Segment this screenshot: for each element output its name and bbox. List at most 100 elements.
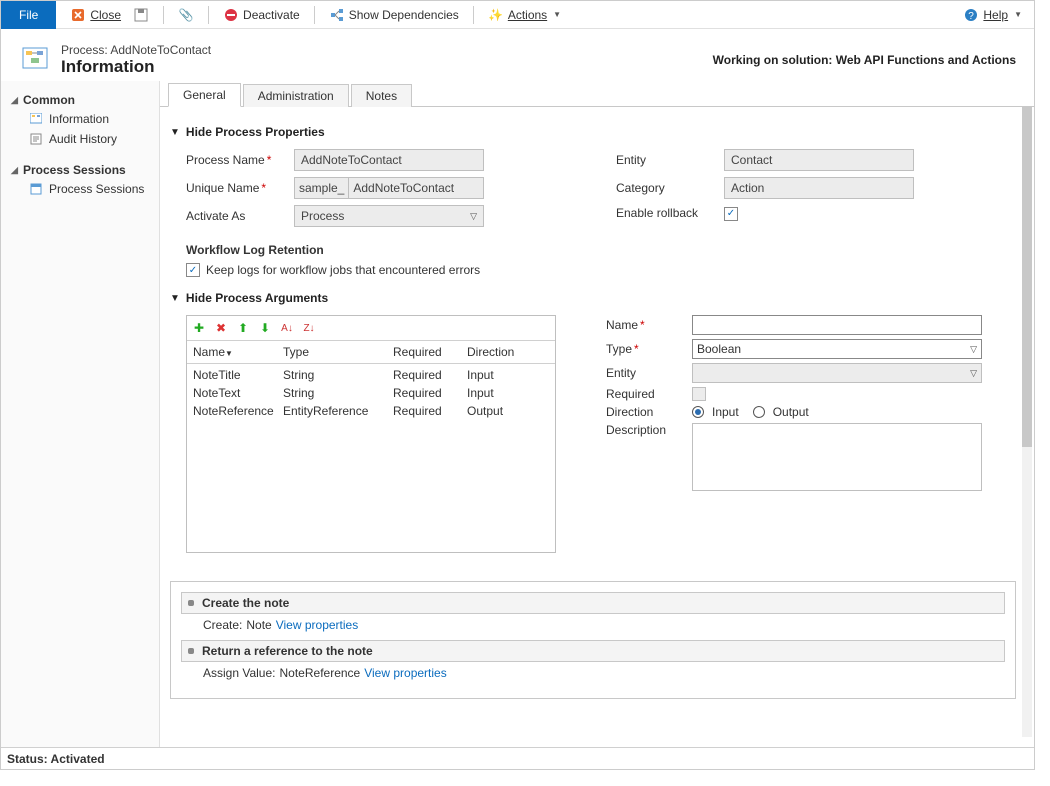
unique-name-value: AddNoteToContact (349, 178, 483, 198)
nav-audit-history[interactable]: Audit History (1, 129, 159, 149)
help-button[interactable]: ? Help ▼ (959, 5, 1026, 25)
arg-name-input[interactable] (692, 315, 982, 335)
unique-name-label: Unique Name* (186, 181, 294, 195)
radio-icon (753, 406, 765, 418)
left-nav: ◢ Common Information Audit History ◢ Pro… (1, 81, 160, 747)
process-name-field[interactable]: AddNoteToContact (294, 149, 484, 171)
arg-row-type: EntityReference (283, 404, 393, 418)
col-type-header[interactable]: Type (283, 345, 393, 359)
step-value: NoteReference (280, 666, 361, 680)
process-breadcrumb: Process: AddNoteToContact (61, 43, 211, 57)
close-button[interactable]: Close (66, 5, 125, 25)
step-header[interactable]: Create the note (181, 592, 1005, 614)
activate-as-value: Process (301, 209, 344, 223)
sessions-icon (29, 182, 43, 196)
category-field: Action (724, 177, 914, 199)
arg-name-label: Name* (606, 318, 692, 332)
direction-input-radio[interactable]: Input (692, 405, 739, 419)
arg-row-direction: Output (467, 404, 549, 418)
save-and-close-button[interactable] (129, 5, 153, 25)
toolbar-separator (163, 6, 164, 24)
arg-description-textarea[interactable] (692, 423, 982, 491)
page-header: Process: AddNoteToContact Information Wo… (1, 29, 1034, 81)
section-title: Hide Process Properties (186, 125, 325, 139)
arg-row-name: NoteText (193, 386, 283, 400)
step: Return a reference to the note Assign Val… (181, 640, 1005, 680)
activate-as-select[interactable]: Process ▽ (294, 205, 484, 227)
actions-label: Actions (508, 8, 547, 22)
attach-button[interactable]: 📎 (174, 5, 198, 25)
arg-type-value: Boolean (697, 342, 741, 356)
nav-section-common[interactable]: ◢ Common (1, 91, 159, 109)
status-bar: Status: Activated (1, 747, 1034, 769)
deactivate-button[interactable]: Deactivate (219, 5, 304, 25)
nav-item-label: Audit History (49, 132, 117, 146)
process-name-label: Process Name* (186, 153, 294, 167)
step-prefix: Assign Value: (203, 666, 276, 680)
arg-entity-label: Entity (606, 366, 692, 380)
arg-row-type: String (283, 386, 393, 400)
nav-item-label: Information (49, 112, 109, 126)
section-process-arguments[interactable]: ▼ Hide Process Arguments (170, 291, 1016, 305)
arg-row-name: NoteTitle (193, 368, 283, 382)
caret-icon: ◢ (11, 165, 19, 176)
direction-output-radio[interactable]: Output (753, 405, 809, 419)
show-dependencies-button[interactable]: Show Dependencies (325, 5, 463, 25)
tab-general[interactable]: General (168, 83, 241, 107)
nav-information[interactable]: Information (1, 109, 159, 129)
rollback-checkbox[interactable]: ✓ (724, 207, 738, 221)
col-direction-header[interactable]: Direction (467, 345, 549, 359)
tab-notes[interactable]: Notes (351, 84, 412, 107)
move-up-button[interactable]: ⬆ (235, 320, 251, 336)
keep-logs-checkbox[interactable]: ✓ (186, 263, 200, 277)
arg-entity-select[interactable]: ▽ (692, 363, 982, 383)
caret-icon: ◢ (11, 95, 19, 106)
sort-desc-button[interactable]: Z↓ (301, 320, 317, 336)
close-label: Close (90, 8, 121, 22)
arg-required-checkbox[interactable] (692, 387, 706, 401)
add-argument-button[interactable]: ✚ (191, 320, 207, 336)
deactivate-icon (223, 7, 239, 23)
main-toolbar: File Close 📎 Deactivate Show Dependencie… (1, 1, 1034, 29)
nav-item-label: Process Sessions (49, 182, 144, 196)
arg-row-required: Required (393, 368, 467, 382)
arg-type-label: Type* (606, 342, 692, 356)
actions-menu-button[interactable]: ✨ Actions ▼ (484, 5, 565, 25)
view-properties-link[interactable]: View properties (276, 618, 359, 632)
file-menu-button[interactable]: File (1, 1, 56, 29)
argument-row[interactable]: NoteReferenceEntityReferenceRequiredOutp… (193, 402, 549, 420)
collapse-icon: ▼ (170, 293, 180, 304)
category-label: Category (616, 181, 724, 195)
arg-row-type: String (283, 368, 393, 382)
arg-type-select[interactable]: Boolean ▽ (692, 339, 982, 359)
col-required-header[interactable]: Required (393, 345, 467, 359)
nav-process-sessions[interactable]: Process Sessions (1, 179, 159, 199)
step-title: Return a reference to the note (202, 644, 373, 658)
nav-section-process-sessions[interactable]: ◢ Process Sessions (1, 161, 159, 179)
move-down-button[interactable]: ⬇ (257, 320, 273, 336)
svg-text:?: ? (969, 11, 975, 22)
step-value: Note (246, 618, 271, 632)
col-name-header[interactable]: Name▼ (193, 345, 283, 359)
sort-asc-button[interactable]: A↓ (279, 320, 295, 336)
step-header[interactable]: Return a reference to the note (181, 640, 1005, 662)
arg-row-required: Required (393, 386, 467, 400)
argument-row[interactable]: NoteTitleStringRequiredInput (193, 366, 549, 384)
solution-context: Working on solution: Web API Functions a… (713, 53, 1016, 67)
delete-argument-button[interactable]: ✖ (213, 320, 229, 336)
status-text: Status: Activated (7, 752, 105, 766)
unique-name-field[interactable]: sample_ AddNoteToContact (294, 177, 484, 199)
keep-logs-label: Keep logs for workflow jobs that encount… (206, 263, 480, 277)
close-icon (70, 7, 86, 23)
argument-row[interactable]: NoteTextStringRequiredInput (193, 384, 549, 402)
radio-label: Output (773, 405, 809, 419)
process-icon (19, 44, 51, 76)
audit-icon (29, 132, 43, 146)
arg-direction-label: Direction (606, 405, 692, 419)
workflow-log-heading: Workflow Log Retention (186, 243, 1016, 257)
show-deps-label: Show Dependencies (349, 8, 459, 22)
section-process-properties[interactable]: ▼ Hide Process Properties (170, 125, 1016, 139)
view-properties-link[interactable]: View properties (364, 666, 447, 680)
chevron-down-icon: ▼ (1014, 10, 1022, 19)
tab-administration[interactable]: Administration (243, 84, 349, 107)
